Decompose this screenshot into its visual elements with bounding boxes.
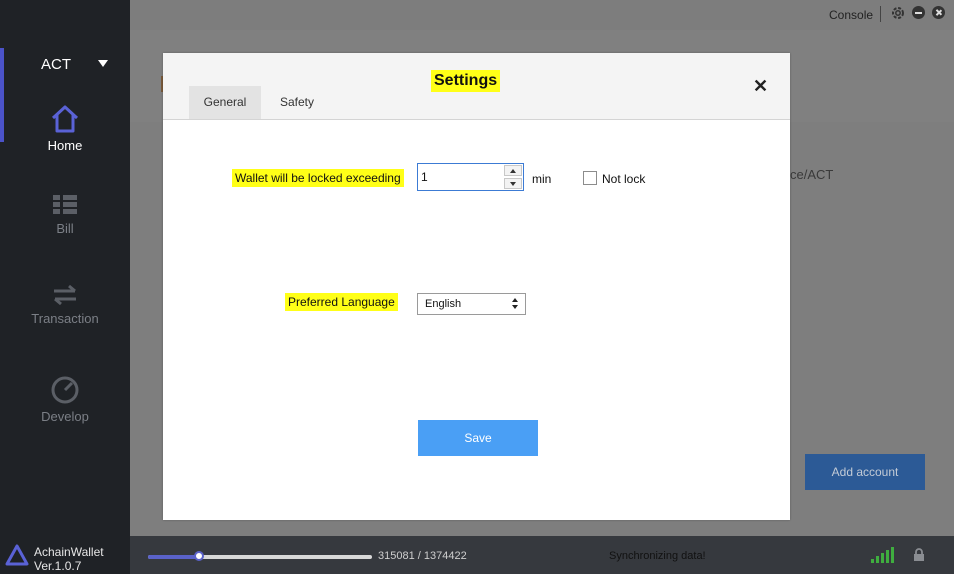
- nav-transaction[interactable]: Transaction: [0, 283, 130, 326]
- not-lock-label[interactable]: Not lock: [602, 172, 645, 186]
- tab-general[interactable]: General: [189, 86, 261, 119]
- save-button[interactable]: Save: [418, 420, 538, 456]
- brand-text: AchainWallet Ver.1.0.7: [34, 545, 104, 573]
- add-account-button[interactable]: Add account: [805, 454, 925, 490]
- stepper-buttons: [504, 165, 522, 189]
- nav-home[interactable]: Home: [0, 104, 130, 153]
- home-icon: [51, 105, 79, 133]
- lock-timeout-value: 1: [421, 170, 428, 184]
- version-label: Ver.1.0.7: [34, 559, 82, 573]
- language-select[interactable]: English: [417, 293, 526, 315]
- dialog-title: Settings: [431, 70, 501, 92]
- settings-dialog: General Safety Settings ✕ Wallet will be…: [163, 53, 790, 520]
- bg-balance-text: ce/ACT: [790, 167, 834, 182]
- transfer-icon: [54, 284, 76, 306]
- list-icon: [53, 195, 77, 214]
- topbar-divider: [880, 6, 881, 22]
- dialog-header: General Safety Settings ✕: [163, 53, 790, 120]
- stepper-down-icon[interactable]: [504, 178, 522, 189]
- select-arrows-icon: [512, 298, 519, 310]
- gauge-icon: [51, 376, 79, 404]
- gear-icon[interactable]: [890, 5, 906, 21]
- language-value: English: [425, 298, 462, 310]
- nav-transaction-label: Transaction: [31, 311, 99, 326]
- nav-develop[interactable]: Develop: [0, 375, 130, 424]
- language-label: Preferred Language: [285, 293, 398, 311]
- sync-status: Synchronizing data!: [609, 550, 706, 562]
- tab-safety[interactable]: Safety: [261, 86, 333, 119]
- not-lock-checkbox[interactable]: [583, 171, 597, 185]
- signal-icon: [871, 547, 894, 563]
- nav-develop-label: Develop: [41, 409, 89, 424]
- sync-progress-knob: [194, 551, 204, 561]
- console-link[interactable]: Console: [829, 8, 873, 22]
- account-name: ACT: [41, 56, 71, 73]
- minimize-icon[interactable]: [912, 6, 925, 19]
- sidebar: [0, 0, 130, 536]
- caret-down-icon: [98, 60, 108, 67]
- brand-name: AchainWallet: [34, 545, 104, 559]
- lock-icon[interactable]: [913, 548, 925, 562]
- account-selector[interactable]: ACT: [0, 56, 130, 76]
- lock-timeout-unit: min: [532, 172, 552, 186]
- sync-progress-fill: [148, 555, 199, 559]
- stepper-up-icon[interactable]: [504, 165, 522, 176]
- close-icon[interactable]: ✕: [753, 76, 768, 97]
- lock-timeout-stepper[interactable]: 1: [417, 163, 524, 191]
- achain-logo-icon: [5, 544, 29, 566]
- nav-home-label: Home: [47, 138, 83, 153]
- lock-timeout-label: Wallet will be locked exceeding: [232, 169, 404, 187]
- nav-bill[interactable]: Bill: [0, 193, 130, 236]
- nav-bill-label: Bill: [56, 221, 74, 236]
- close-window-icon[interactable]: [932, 6, 945, 19]
- block-count: 315081 / 1374422: [378, 550, 467, 562]
